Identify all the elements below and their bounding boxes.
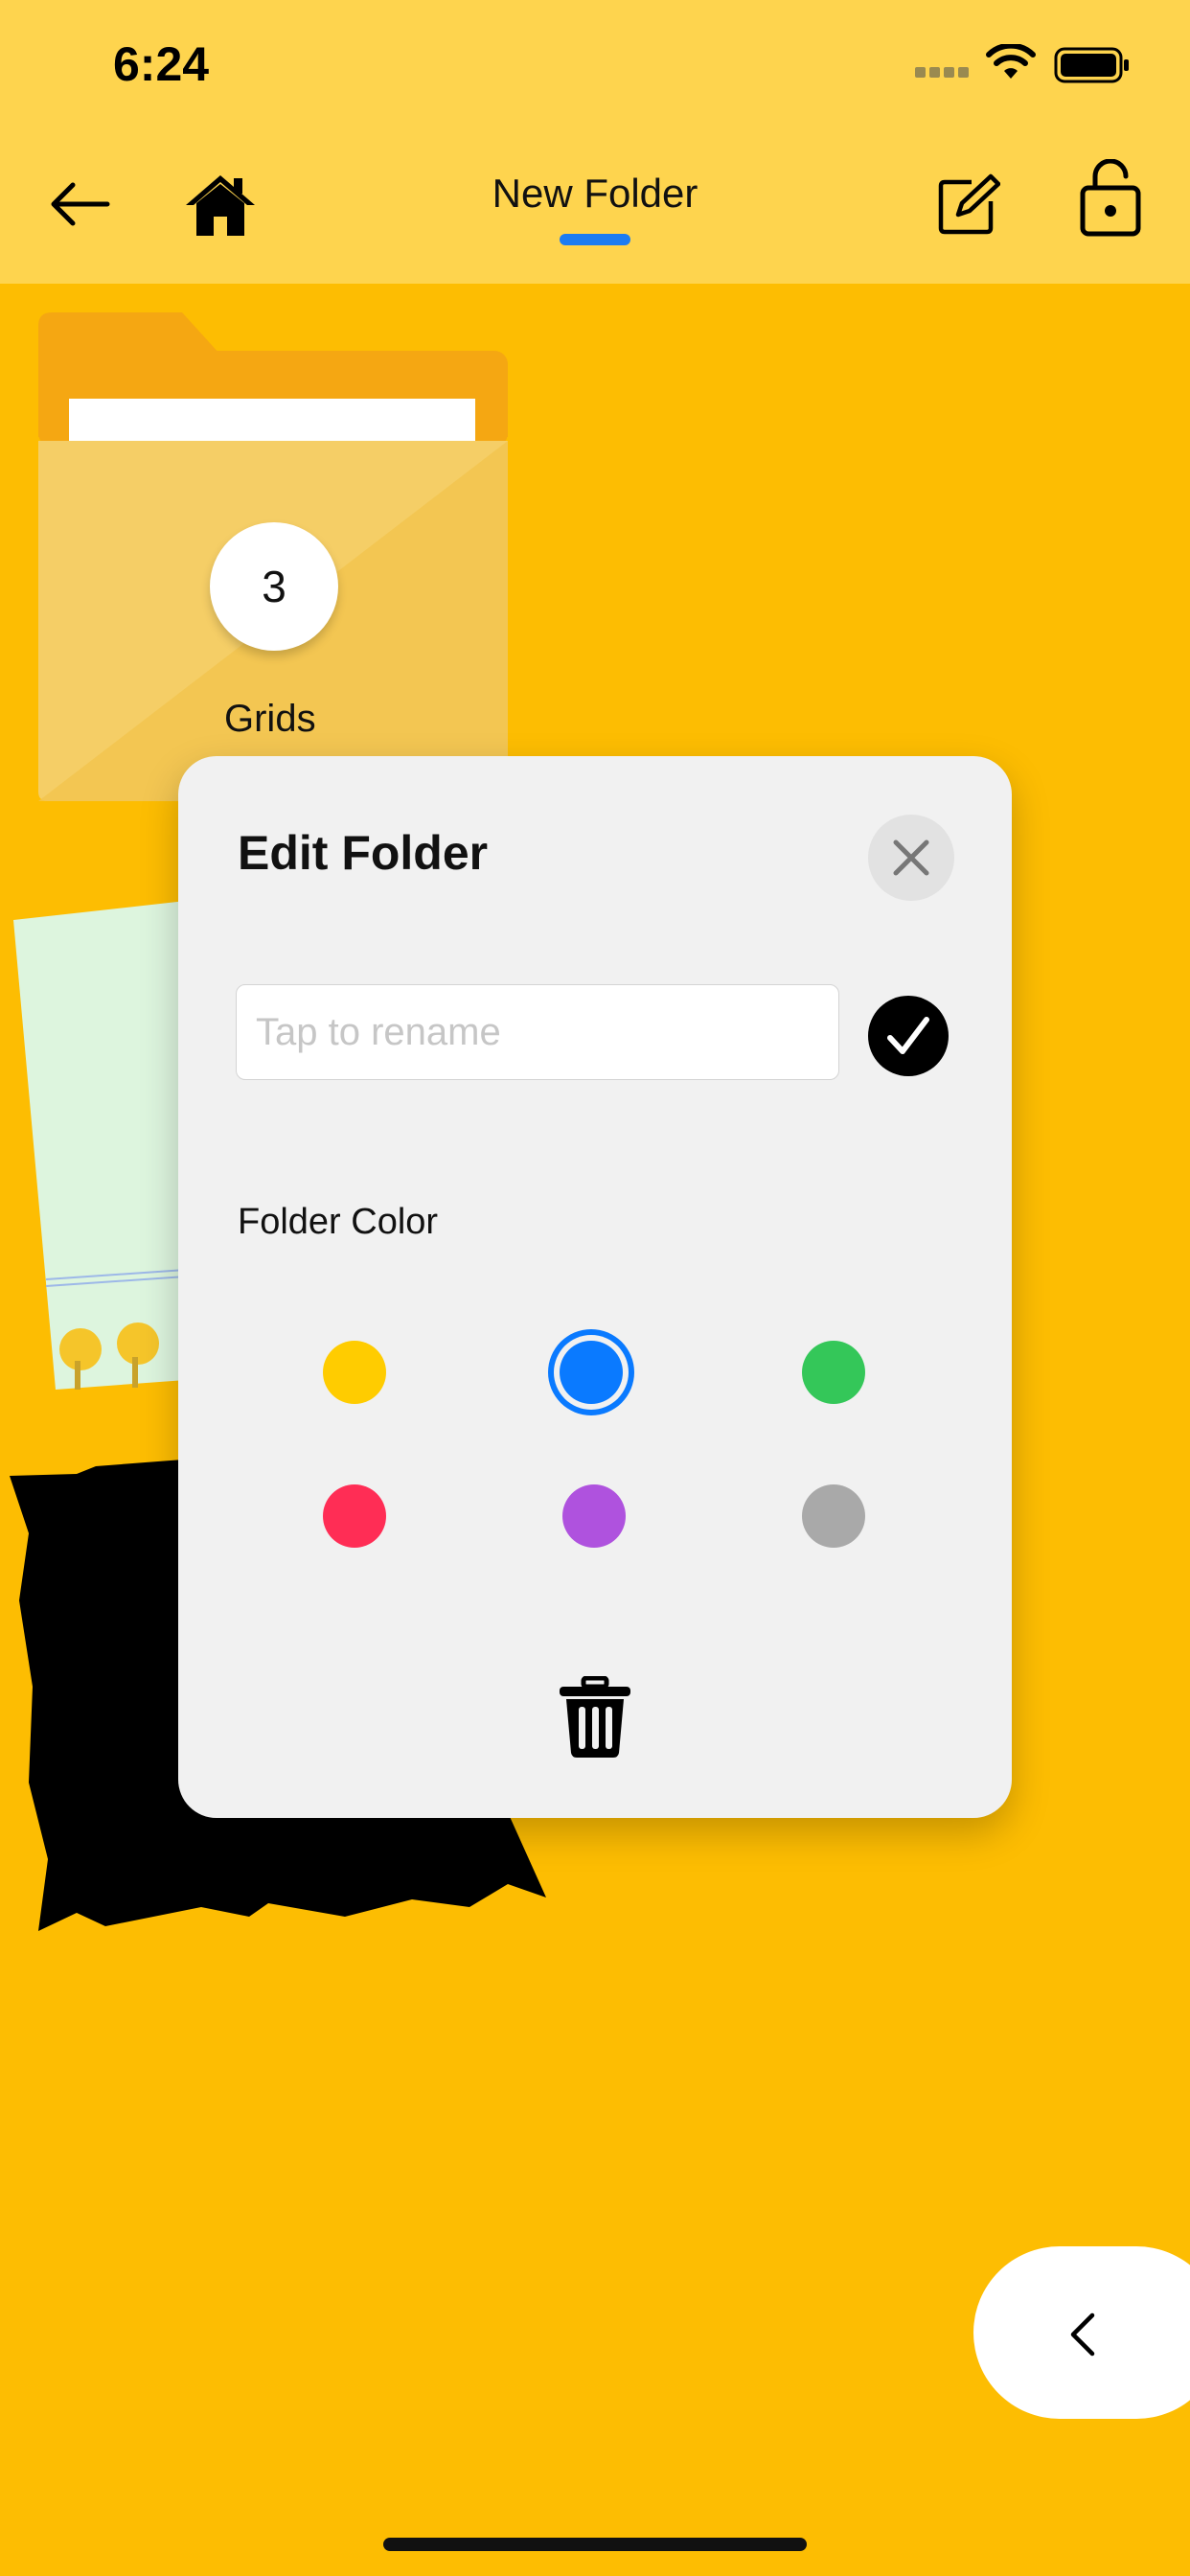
folder-color-label: Folder Color [238,1202,439,1242]
battery-icon [1054,47,1129,83]
close-button[interactable] [868,815,954,901]
color-swatch-red[interactable] [323,1484,386,1548]
dialog-title: Edit Folder [238,826,489,880]
cellular-signal-icon [915,67,971,80]
side-panel-toggle[interactable] [973,2246,1190,2419]
color-swatch-green[interactable] [802,1341,865,1404]
title-underline [560,234,630,245]
folder-name: Grids [224,698,316,740]
chevron-left-icon [1070,2312,1095,2357]
confirm-rename-button[interactable] [868,996,949,1076]
page-title: New Folder [492,171,698,216]
home-indicator [383,2538,807,2551]
item-count-badge: 3 [210,522,338,651]
trash-icon[interactable] [557,1676,633,1759]
color-swatch-blue[interactable] [560,1341,623,1404]
color-swatch-purple[interactable] [562,1484,626,1548]
nav-bar: New Folder [0,134,1190,284]
note-card[interactable] [13,901,186,1390]
wifi-icon [986,44,1036,79]
unlock-icon[interactable] [1079,159,1142,238]
close-icon [893,840,929,876]
status-time: 6:24 [113,37,210,91]
edit-icon[interactable] [937,172,1000,236]
rename-input[interactable] [236,984,839,1080]
color-swatch-gray[interactable] [802,1484,865,1548]
edit-folder-dialog: Edit Folder Folder Color [178,756,1012,1818]
color-swatch-yellow[interactable] [323,1341,386,1404]
checkmark-icon [887,1017,929,1054]
status-bar: 6:24 [0,0,1190,134]
